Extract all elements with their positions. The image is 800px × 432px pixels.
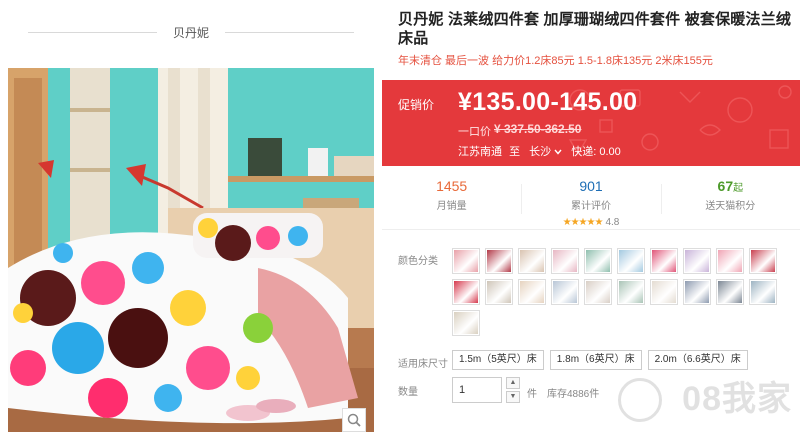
promo-price: ¥135.00-145.00: [458, 88, 638, 116]
divider: [225, 31, 355, 33]
swatch-thumbnail: [718, 250, 742, 272]
product-info-panel: 贝丹妮 法莱绒四件套 加厚珊瑚绒四件套件 被套保暖法兰绒床品 年末清仓 最后一波…: [382, 0, 800, 432]
color-swatch[interactable]: [749, 279, 777, 305]
stock-count: 库存4886件: [547, 389, 600, 400]
points-row: 67起: [661, 178, 800, 194]
swatch-thumbnail: [685, 281, 709, 303]
swatch-thumbnail: [487, 281, 511, 303]
quantity-label: 数量: [398, 387, 418, 398]
swatch-thumbnail: [520, 250, 544, 272]
original-price: ¥ 337.50-362.50: [494, 122, 582, 136]
swatch-thumbnail: [487, 250, 511, 272]
color-swatch[interactable]: [518, 279, 546, 305]
swatch-thumbnail: [520, 281, 544, 303]
shipping-fee: 快递: 0.00: [571, 146, 621, 158]
color-swatch[interactable]: [584, 248, 612, 274]
brand-header: 贝丹妮: [28, 20, 355, 44]
review-label: 累计评价: [570, 201, 611, 212]
original-price-label: 一口价: [458, 126, 491, 138]
color-swatch[interactable]: [551, 248, 579, 274]
color-swatch[interactable]: [452, 248, 480, 274]
swatch-thumbnail: [751, 250, 775, 272]
rating-value: 4.8: [605, 217, 620, 228]
product-title: 贝丹妮 法莱绒四件套 加厚珊瑚绒四件套件 被套保暖法兰绒床品: [398, 11, 792, 47]
destination-value: 长沙: [529, 146, 552, 158]
stat-monthly-sales: 1455 月销量: [382, 170, 521, 229]
destination-select[interactable]: 长沙: [529, 143, 562, 159]
swatch-thumbnail: [553, 281, 577, 303]
swatch-thumbnail: [685, 250, 709, 272]
price-panel: 促销价 ¥135.00-145.00 一口价 ¥ 337.50-362.50 江…: [382, 80, 800, 166]
color-swatch[interactable]: [452, 310, 480, 336]
brand-name[interactable]: 贝丹妮: [157, 24, 225, 41]
bedroom-bedding-illustration: [8, 68, 374, 432]
rating-stars: ★★★★★: [562, 217, 604, 228]
color-swatch[interactable]: [716, 248, 744, 274]
swatch-thumbnail: [553, 250, 577, 272]
magnifier-icon: [347, 413, 361, 427]
size-option-2-0m[interactable]: 2.0m（6.6英尺）床: [647, 350, 748, 370]
watermark-text: 08我家: [682, 380, 792, 418]
stat-points: 67起 送天猫积分: [660, 170, 800, 229]
size-option-1-8m[interactable]: 1.8m（6英尺）床: [549, 350, 642, 370]
swatch-thumbnail: [652, 281, 676, 303]
zoom-button[interactable]: [342, 408, 366, 432]
quantity-increment-button[interactable]: ▲: [506, 377, 520, 389]
color-swatch-list: [452, 248, 792, 336]
monthly-sales-label: 月销量: [436, 201, 467, 212]
points-value: 67: [717, 178, 734, 194]
swatch-thumbnail: [454, 250, 478, 272]
size-option-1-5m[interactable]: 1.5m（5英尺）床: [452, 350, 544, 370]
color-swatch[interactable]: [650, 248, 678, 274]
ship-to-label: 至: [509, 146, 521, 158]
swatch-thumbnail: [718, 281, 742, 303]
color-swatch[interactable]: [617, 279, 645, 305]
shipping-info: 江苏南通 至 长沙 快递: 0.00: [458, 143, 621, 159]
color-swatch[interactable]: [485, 248, 513, 274]
swatch-thumbnail: [586, 281, 610, 303]
ship-origin: 江苏南通: [458, 146, 502, 158]
color-swatch[interactable]: [617, 248, 645, 274]
watermark-logo-ring: [618, 378, 662, 422]
color-swatch[interactable]: [485, 279, 513, 305]
swatch-thumbnail: [751, 281, 775, 303]
product-gallery: 贝丹妮: [0, 0, 382, 432]
swatch-thumbnail: [619, 281, 643, 303]
review-count: 901: [579, 178, 603, 194]
points-label: 送天猫积分: [705, 201, 756, 212]
color-swatch[interactable]: [683, 248, 711, 274]
points-suffix: 起: [733, 183, 744, 194]
monthly-sales-value: 1455: [436, 178, 468, 194]
color-swatch[interactable]: [650, 279, 678, 305]
color-swatch[interactable]: [584, 279, 612, 305]
swatch-thumbnail: [652, 250, 676, 272]
swatch-thumbnail: [454, 312, 478, 334]
size-option-label: 适用床尺寸: [398, 359, 448, 370]
size-option-list: 1.5m（5英尺）床 1.8m（6英尺）床 2.0m（6.6英尺）床: [452, 350, 748, 370]
color-swatch[interactable]: [683, 279, 711, 305]
promo-subtitle: 年末清仓 最后一波 给力价1.2床85元 1.5-1.8床135元 2米床155…: [398, 55, 713, 67]
color-swatch[interactable]: [716, 279, 744, 305]
color-swatch[interactable]: [749, 248, 777, 274]
color-swatch[interactable]: [452, 279, 480, 305]
product-main-image[interactable]: [8, 68, 374, 432]
chevron-down-icon: [554, 149, 562, 155]
sales-stats: 1455 月销量 901 累计评价 ★★★★★ 4.8 67起 送天猫积分: [382, 170, 800, 230]
quantity-unit: 件: [527, 389, 537, 400]
promo-price-label: 促销价: [398, 98, 435, 112]
swatch-thumbnail: [454, 281, 478, 303]
quantity-decrement-button[interactable]: ▼: [506, 391, 520, 403]
swatch-thumbnail: [586, 250, 610, 272]
color-option-label: 颜色分类: [398, 256, 438, 267]
color-swatch[interactable]: [551, 279, 579, 305]
divider: [28, 31, 157, 33]
color-swatch[interactable]: [518, 248, 546, 274]
stat-reviews[interactable]: 901 累计评价 ★★★★★ 4.8: [521, 170, 660, 229]
swatch-thumbnail: [619, 250, 643, 272]
quantity-input[interactable]: [452, 377, 502, 403]
